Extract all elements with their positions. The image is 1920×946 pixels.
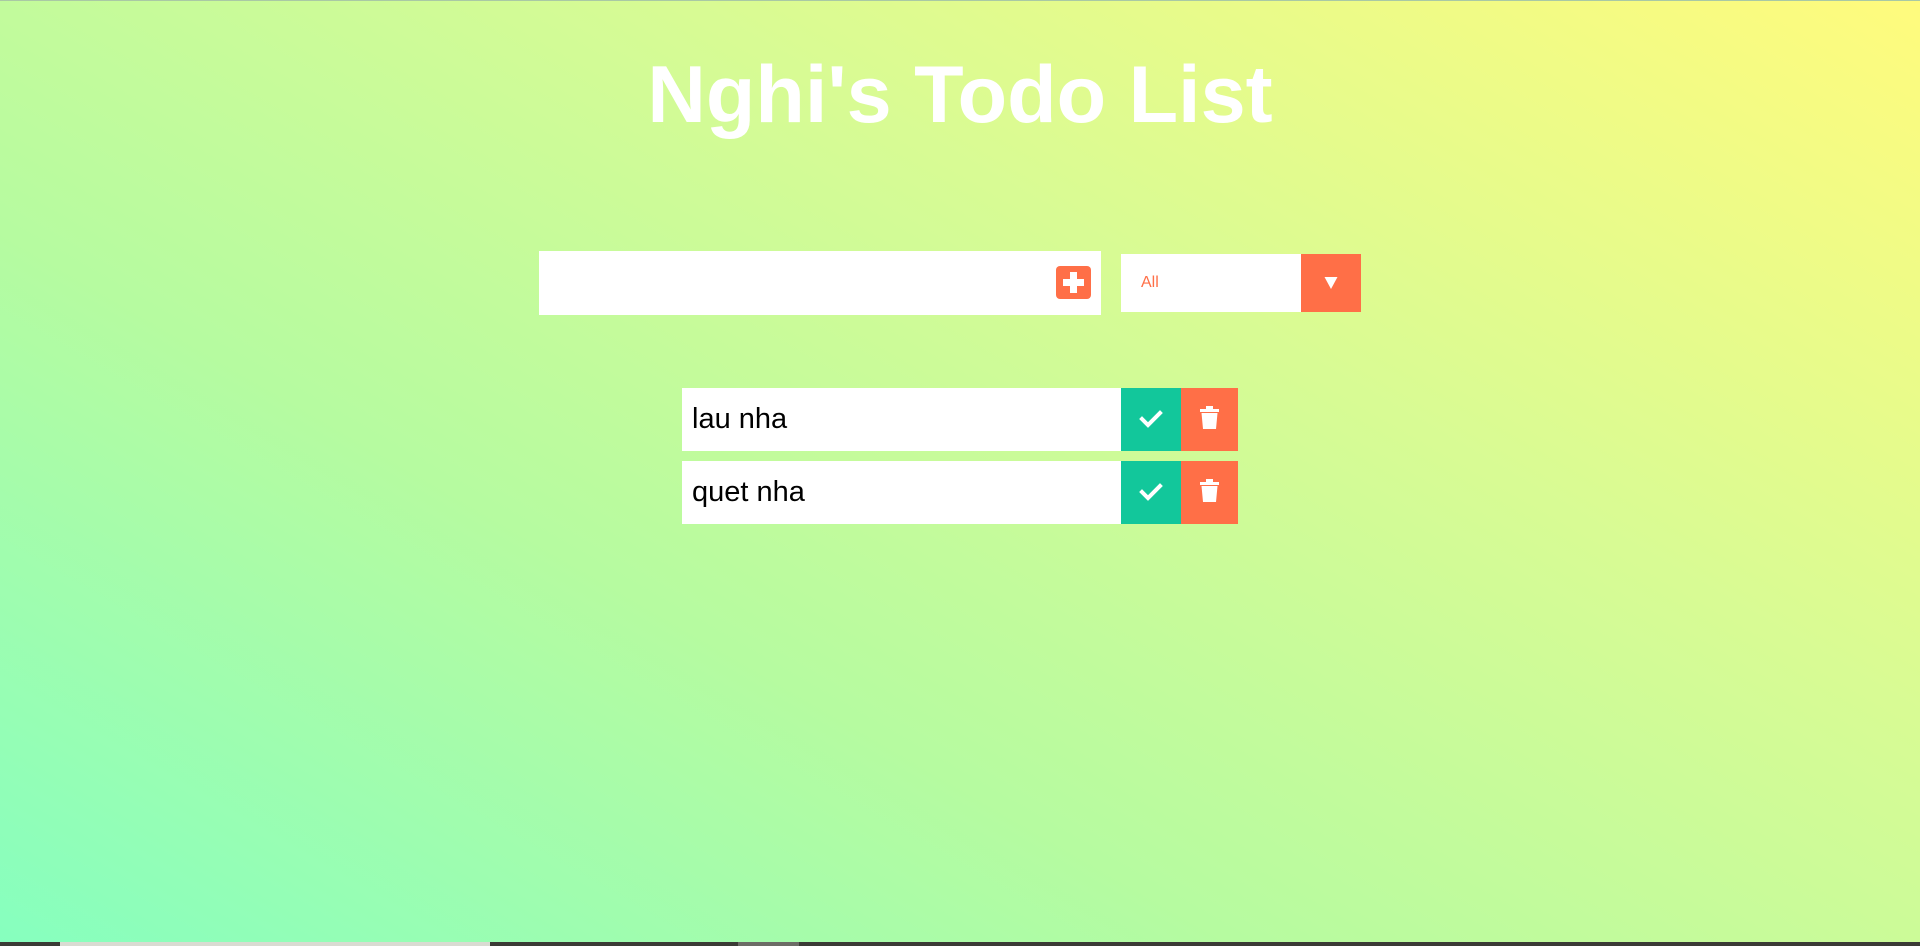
trash-icon — [1181, 388, 1238, 451]
caret-down-icon — [1301, 254, 1361, 312]
check-icon — [1121, 388, 1181, 451]
complete-todo-button[interactable] — [1121, 388, 1181, 451]
filter-dropdown-button[interactable] — [1301, 254, 1361, 312]
top-border — [0, 0, 1920, 1]
delete-todo-button[interactable] — [1181, 388, 1238, 451]
trash-icon — [1181, 461, 1238, 524]
plus-square-icon — [1056, 266, 1091, 299]
add-todo-button[interactable] — [1056, 266, 1091, 299]
taskbar-item[interactable] — [738, 942, 799, 946]
todo-list: lau nha quet nha — [682, 388, 1238, 534]
todo-form: All — [539, 251, 1361, 315]
complete-todo-button[interactable] — [1121, 461, 1181, 524]
filter-select[interactable]: All — [1121, 254, 1361, 312]
todo-input[interactable] — [539, 251, 1039, 315]
delete-todo-button[interactable] — [1181, 461, 1238, 524]
taskbar-active-item[interactable] — [60, 942, 490, 946]
page-title: Nghi's Todo List — [647, 50, 1273, 140]
todo-text: lau nha — [692, 403, 788, 435]
taskbar-strip — [0, 942, 1920, 946]
todo-item: quet nha — [682, 461, 1238, 524]
todo-input-wrapper — [539, 251, 1101, 315]
check-icon — [1121, 461, 1181, 524]
todo-text: quet nha — [692, 476, 805, 508]
todo-item: lau nha — [682, 388, 1238, 451]
filter-selected-value: All — [1141, 274, 1159, 291]
